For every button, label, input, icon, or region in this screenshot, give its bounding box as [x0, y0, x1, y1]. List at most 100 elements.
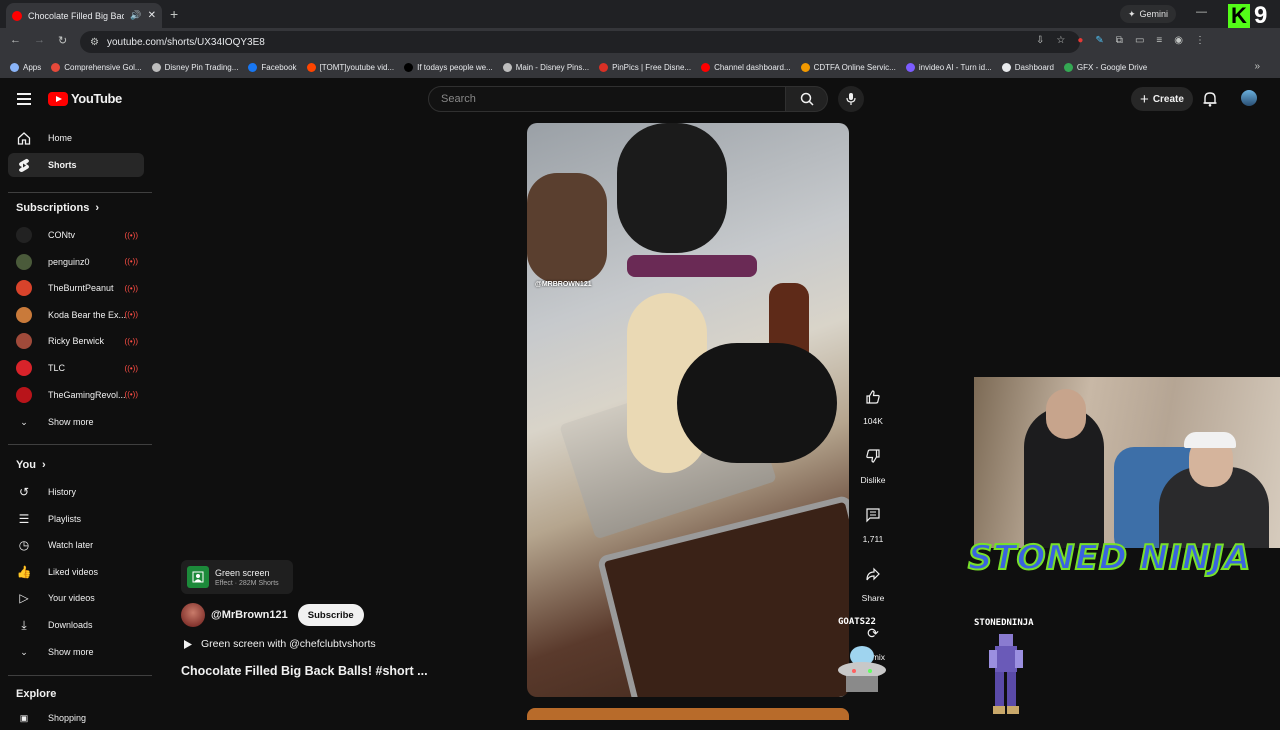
- extensions-puzzle-icon[interactable]: ⧉: [1116, 35, 1123, 46]
- bookmark-item[interactable]: GFX - Google Drive: [1063, 62, 1147, 72]
- bookmark-item[interactable]: Facebook: [248, 62, 297, 72]
- show-more-subscriptions[interactable]: ⌄ Show more: [8, 410, 144, 434]
- profile-icon[interactable]: ◉: [1174, 35, 1183, 46]
- bookmarks-overflow-icon[interactable]: »: [1254, 61, 1260, 72]
- reload-icon[interactable]: ↻: [58, 34, 67, 47]
- sidebar-item-watch-later[interactable]: ◷ Watch later: [8, 533, 144, 557]
- bookmark-item[interactable]: PinPics | Free Disne...: [599, 62, 691, 72]
- subscription-item[interactable]: Ricky Berwick ((•)): [8, 329, 144, 353]
- comments-action[interactable]: 1,711: [855, 498, 891, 544]
- share-action[interactable]: Share: [855, 557, 891, 603]
- short-video-player[interactable]: @MRBROWN121: [527, 123, 849, 697]
- share-button[interactable]: [856, 557, 890, 591]
- green-screen-text: Green screen with @chefclubtvshorts: [201, 638, 376, 650]
- menu-kebab-icon[interactable]: ⋮: [1195, 35, 1205, 46]
- video-scoop: [627, 255, 757, 277]
- extension-blue-icon[interactable]: ✎: [1095, 35, 1103, 46]
- install-app-icon[interactable]: ⇩: [1036, 35, 1044, 46]
- sidebar-divider: [8, 192, 152, 193]
- new-tab-icon[interactable]: +: [170, 6, 178, 22]
- browser-tab[interactable]: Chocolate Filled Big Back B 🔊 ✕: [6, 3, 162, 28]
- subscription-item[interactable]: TheBurntPeanut ((•)): [8, 276, 144, 300]
- dislike-action[interactable]: Dislike: [855, 439, 891, 485]
- close-tab-icon[interactable]: ✕: [148, 10, 156, 21]
- url-bar[interactable]: ⚙ youtube.com/shorts/UX34IOQY3E8: [80, 31, 1080, 53]
- like-action[interactable]: 104K: [855, 380, 891, 426]
- notifications-bell-icon[interactable]: [1203, 91, 1217, 107]
- subscriptions-heading[interactable]: Subscriptions ›: [16, 202, 99, 214]
- you-heading[interactable]: You ›: [16, 459, 46, 471]
- sidebar-item-shopping[interactable]: ▣ Shopping: [8, 706, 144, 730]
- sidebar-item-history[interactable]: ↺ History: [8, 480, 144, 504]
- comments-button[interactable]: [856, 498, 890, 532]
- subscription-label: Ricky Berwick: [48, 336, 105, 347]
- bookmark-item[interactable]: invideo AI - Turn id...: [905, 62, 992, 72]
- next-short-preview[interactable]: [527, 708, 849, 720]
- extension-red-icon[interactable]: ●: [1077, 35, 1083, 46]
- side-panel-icon[interactable]: ▭: [1135, 35, 1144, 46]
- sidebar-item-shorts[interactable]: Shorts: [8, 153, 144, 177]
- youtube-wordmark: YouTube: [71, 91, 122, 106]
- subscription-item[interactable]: CONtv ((•)): [8, 223, 144, 247]
- channel-name[interactable]: @MrBrown121: [211, 609, 288, 621]
- short-title[interactable]: Chocolate Filled Big Back Balls! #short …: [181, 664, 428, 678]
- subscription-label: penguinz0: [48, 256, 90, 267]
- media-controls-icon[interactable]: ≡: [1156, 35, 1162, 46]
- hamburger-menu-icon[interactable]: [17, 93, 31, 105]
- bookmark-label: Comprehensive Gol...: [64, 62, 142, 72]
- search-input[interactable]: Search: [428, 86, 786, 112]
- site-info-icon[interactable]: ⚙: [90, 37, 99, 48]
- chevron-right-icon: ›: [41, 459, 46, 471]
- k9-logo-k: K: [1228, 3, 1250, 28]
- like-button[interactable]: [856, 380, 890, 414]
- back-icon[interactable]: ←: [10, 34, 21, 46]
- bookmark-item[interactable]: Comprehensive Gol...: [51, 62, 142, 72]
- download-icon: ⤓: [21, 617, 27, 632]
- subscription-item[interactable]: penguinz0 ((•)): [8, 250, 144, 274]
- bookmark-item[interactable]: Dashboard: [1001, 62, 1054, 72]
- subscription-item[interactable]: Koda Bear the Ex... ((•)): [8, 303, 144, 327]
- sidebar-item-your-videos[interactable]: ▷ Your videos: [8, 586, 144, 610]
- k9-logo-number: 9: [1254, 2, 1268, 29]
- bookmark-label: [TOMT]youtube vid...: [319, 62, 395, 72]
- sidebar-item-label: Playlists: [48, 513, 82, 524]
- sidebar-item-liked-videos[interactable]: 👍 Liked videos: [8, 560, 144, 584]
- dislike-button[interactable]: [856, 439, 890, 473]
- green-screen-link[interactable]: Green screen with @chefclubtvshorts: [183, 638, 376, 650]
- bookmark-item[interactable]: Disney Pin Trading...: [151, 62, 238, 72]
- bookmark-item[interactable]: Apps: [10, 62, 41, 72]
- subscribe-button[interactable]: Subscribe: [297, 604, 364, 626]
- speaker-icon[interactable]: 🔊: [130, 10, 141, 21]
- chevron-right-icon: ›: [95, 202, 100, 214]
- sidebar-item-downloads[interactable]: ⤓ Downloads: [8, 613, 144, 637]
- voice-search-button[interactable]: [838, 86, 864, 112]
- account-avatar[interactable]: [1241, 90, 1257, 106]
- subscription-item[interactable]: TLC ((•)): [8, 356, 144, 380]
- sidebar-item-home[interactable]: Home: [8, 126, 144, 150]
- sidebar-item-label: Watch later: [48, 540, 94, 551]
- sidebar-item-playlists[interactable]: ☰ Playlists: [8, 507, 144, 531]
- create-button[interactable]: + Create: [1131, 87, 1193, 111]
- create-label: Create: [1152, 93, 1184, 105]
- bookmark-item[interactable]: Main - Disney Pins...: [502, 62, 590, 72]
- bookmark-label: Facebook: [261, 62, 297, 72]
- gemini-label: Gemini: [1139, 9, 1169, 19]
- bookmark-item[interactable]: Channel dashboard...: [701, 62, 791, 72]
- bookmark-item[interactable]: CDTFA Online Servic...: [800, 62, 896, 72]
- bookmark-item[interactable]: [TOMT]youtube vid...: [306, 62, 395, 72]
- show-more-you[interactable]: ⌄ Show more: [8, 640, 144, 664]
- gemini-button[interactable]: ✦ Gemini: [1120, 5, 1177, 23]
- your-videos-icon: ▷: [19, 591, 29, 606]
- bookmark-star-icon[interactable]: ☆: [1056, 35, 1065, 46]
- bookmark-item[interactable]: If todays people we...: [404, 62, 493, 72]
- search-button[interactable]: [786, 86, 828, 112]
- gemini-sparkle-icon: ✦: [1128, 8, 1136, 19]
- bookmark-label: Main - Disney Pins...: [515, 62, 590, 72]
- subscription-item[interactable]: TheGamingRevol... ((•)): [8, 383, 144, 407]
- channel-avatar[interactable]: [181, 603, 205, 627]
- youtube-logo[interactable]: YouTube: [48, 91, 122, 106]
- forward-icon[interactable]: →: [34, 34, 45, 46]
- home-icon: [16, 130, 32, 146]
- effect-chip[interactable]: Green screen Effect · 282M Shorts: [181, 560, 293, 594]
- minimize-icon[interactable]: —: [1196, 6, 1207, 18]
